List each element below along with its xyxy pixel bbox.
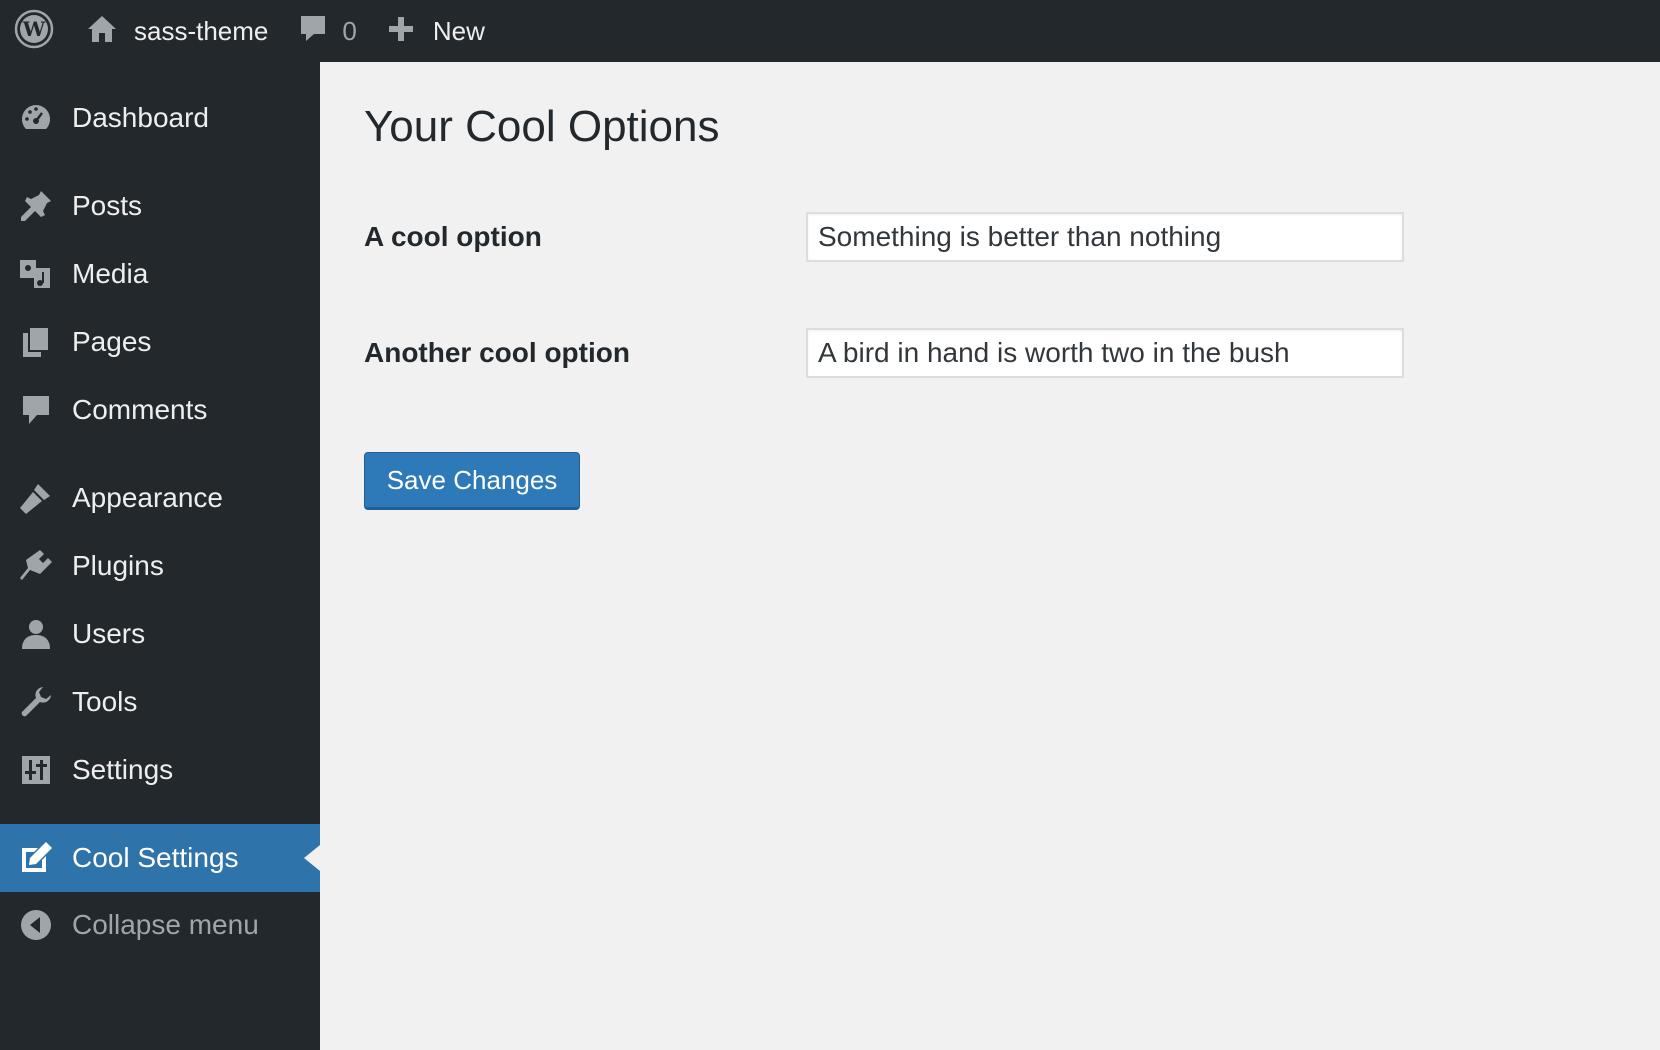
sliders-icon <box>18 752 54 788</box>
comments-count: 0 <box>342 15 357 46</box>
option-row: A cool option <box>364 212 1404 262</box>
new-content-button[interactable]: New <box>387 0 485 62</box>
plugin-icon <box>18 548 54 584</box>
menu-separator <box>0 804 320 824</box>
comment-bubble-icon <box>298 13 328 50</box>
edit-icon <box>18 840 54 876</box>
sidebar-item-label: Plugins <box>72 550 164 581</box>
pages-icon <box>18 324 54 360</box>
sidebar-item-plugins[interactable]: Plugins <box>0 532 320 600</box>
site-name: sass-theme <box>134 15 269 46</box>
sidebar-item-label: Pages <box>72 326 152 357</box>
menu-spacer <box>0 62 320 84</box>
sidebar-item-tools[interactable]: Tools <box>0 668 320 736</box>
home-icon <box>86 13 118 50</box>
sidebar-item-appearance[interactable]: Appearance <box>0 464 320 532</box>
menu-separator <box>0 444 320 464</box>
dashboard-icon <box>18 100 54 136</box>
sidebar-item-label: Media <box>72 258 149 289</box>
sidebar-item-media[interactable]: Media <box>0 240 320 308</box>
sidebar-item-pages[interactable]: Pages <box>0 308 320 376</box>
option-label: Another cool option <box>364 337 630 368</box>
plus-icon <box>387 15 415 48</box>
user-icon <box>18 616 54 652</box>
sidebar-item-label: Tools <box>72 686 138 717</box>
main-content: Your Cool Options A cool option Another … <box>320 62 1660 1050</box>
sidebar-item-label: Posts <box>72 190 143 221</box>
admin-bar: W sass-theme 0 New <box>0 0 1660 62</box>
option-label: A cool option <box>364 221 542 252</box>
sidebar-item-label: Comments <box>72 394 208 425</box>
collapse-menu-button[interactable]: Collapse menu <box>0 892 320 958</box>
sidebar-item-cool-settings[interactable]: Cool Settings <box>0 824 320 892</box>
comments-link[interactable]: 0 <box>298 0 386 62</box>
svg-text:W: W <box>22 17 46 41</box>
page-title: Your Cool Options <box>364 102 720 151</box>
admin-menu: Dashboard Posts Media Pages Comments App… <box>0 62 320 958</box>
cool-option-input[interactable] <box>806 212 1404 262</box>
wordpress-logo-icon: W <box>14 9 54 54</box>
collapse-icon <box>18 907 54 943</box>
wrench-icon <box>18 684 54 720</box>
site-name-link[interactable]: sass-theme <box>68 0 298 62</box>
sidebar-item-posts[interactable]: Posts <box>0 172 320 240</box>
sidebar-item-dashboard[interactable]: Dashboard <box>0 84 320 152</box>
sidebar-item-label: Dashboard <box>72 102 209 133</box>
media-icon <box>18 256 54 292</box>
sidebar-item-settings[interactable]: Settings <box>0 736 320 804</box>
comment-icon <box>18 392 54 428</box>
pin-icon <box>18 188 54 224</box>
sidebar-item-label: Appearance <box>72 482 224 513</box>
sidebar-item-comments[interactable]: Comments <box>0 376 320 444</box>
new-label: New <box>432 15 485 46</box>
admin-sidebar: Dashboard Posts Media Pages Comments App… <box>0 62 320 1050</box>
sidebar-item-label: Settings <box>72 754 174 785</box>
save-changes-button[interactable]: Save Changes <box>364 452 580 510</box>
sidebar-item-label: Users <box>72 618 146 649</box>
sidebar-item-users[interactable]: Users <box>0 600 320 668</box>
another-cool-option-input[interactable] <box>806 328 1404 378</box>
sidebar-item-label: Cool Settings <box>72 842 239 873</box>
menu-separator <box>0 152 320 172</box>
sidebar-item-label: Collapse menu <box>72 909 259 940</box>
option-row: Another cool option <box>364 328 1404 378</box>
brush-icon <box>18 480 54 516</box>
wordpress-logo-button[interactable]: W <box>0 0 68 62</box>
